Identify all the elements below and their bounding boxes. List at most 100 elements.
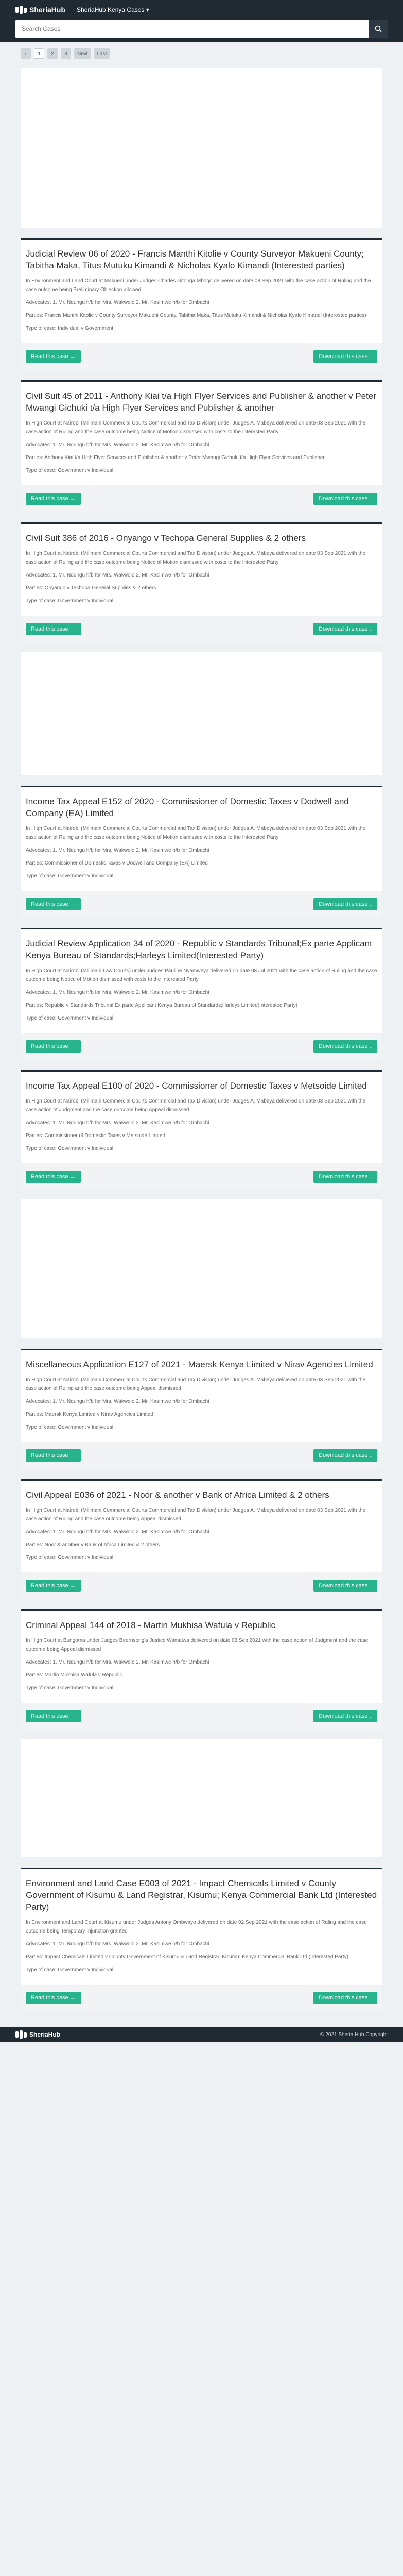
pagination: ‹ 1 2 3 Next Last <box>0 42 403 59</box>
case-parties: Parties: Onyango v Techopa General Suppl… <box>26 585 156 591</box>
case-type: Type of case: Government v Individual <box>26 1967 114 1973</box>
read-case-button[interactable]: Read this case → <box>26 898 81 910</box>
case-card: Civil Suit 386 of 2016 - Onyango v Techo… <box>21 522 382 642</box>
download-case-button[interactable]: Download this case ↓ <box>313 1710 377 1722</box>
logo-icon <box>15 6 27 14</box>
download-case-button[interactable]: Download this case ↓ <box>313 350 377 363</box>
case-title[interactable]: Income Tax Appeal E152 of 2020 - Commiss… <box>26 795 377 819</box>
case-card: Miscellaneous Application E127 of 2021 -… <box>21 1349 382 1469</box>
footer-logo[interactable]: SheriaHub <box>15 2030 60 2039</box>
logo-icon <box>15 2030 27 2039</box>
ad-slot <box>21 1739 382 1857</box>
case-card: Civil Appeal E036 of 2021 - Noor & anoth… <box>21 1479 382 1599</box>
case-card: Judicial Review 06 of 2020 - Francis Man… <box>21 238 382 370</box>
case-card: Civil Suit 45 of 2011 - Anthony Kiai t/a… <box>21 380 382 512</box>
download-case-button[interactable]: Download this case ↓ <box>313 1171 377 1183</box>
case-title[interactable]: Civil Suit 45 of 2011 - Anthony Kiai t/a… <box>26 390 377 414</box>
case-type: Type of case: Government v Individual <box>26 1555 114 1561</box>
read-case-button[interactable]: Read this case → <box>26 1992 81 2004</box>
case-parties: Parties: Republic v Standards Tribunal;E… <box>26 1003 298 1008</box>
case-meta: In High Court at Nairobi (Milimani Law C… <box>26 968 377 982</box>
search-input[interactable] <box>15 20 369 38</box>
ad-slot <box>21 1199 382 1338</box>
case-meta: In Environment and Land Court at Makueni… <box>26 278 371 293</box>
download-case-button[interactable]: Download this case ↓ <box>313 898 377 910</box>
case-meta: In Environment and Land Court at Kisumu … <box>26 1920 367 1934</box>
case-advocates: Advocates: 1. Mr. Ndungu h/b for Mrs. Wa… <box>26 300 209 306</box>
search-button[interactable] <box>369 20 388 38</box>
case-title[interactable]: Criminal Appeal 144 of 2018 - Martin Muk… <box>26 1619 377 1631</box>
case-advocates: Advocates: 1. Mr. Ndungu h/b for Mrs. Wa… <box>26 1399 209 1404</box>
case-meta: In High Court at Nairobi (Milimani Comme… <box>26 420 366 435</box>
read-case-button[interactable]: Read this case → <box>26 493 81 505</box>
case-title[interactable]: Judicial Review Application 34 of 2020 -… <box>26 938 377 961</box>
page-last[interactable]: Last <box>94 48 110 59</box>
case-parties: Parties: Noor & another v Bank of Africa… <box>26 1542 160 1548</box>
case-parties: Parties: Commissioner of Domestic Taxes … <box>26 860 208 866</box>
case-meta: In High Court at Nairobi (Milimani Comme… <box>26 1098 366 1113</box>
case-advocates: Advocates: 1. Mr. Ndungu h/b for Mrs. Wa… <box>26 990 209 995</box>
case-parties: Parties: Commissioner of Domestic Taxes … <box>26 1133 166 1139</box>
case-advocates: Advocates: 1. Mr. Ndungu h/b for Mrs. Wa… <box>26 1120 209 1126</box>
case-meta: In High Court at Nairobi (Milimani Comme… <box>26 551 366 565</box>
case-parties: Parties: Impact Chemicals Limited v Coun… <box>26 1954 348 1960</box>
case-title[interactable]: Civil Appeal E036 of 2021 - Noor & anoth… <box>26 1489 377 1501</box>
case-card: Criminal Appeal 144 of 2018 - Martin Muk… <box>21 1609 382 1730</box>
footer-brand: SheriaHub <box>29 2031 61 2038</box>
brand-logo[interactable]: SheriaHub <box>15 6 65 14</box>
page-1[interactable]: 1 <box>34 48 44 59</box>
case-card: Income Tax Appeal E100 of 2020 - Commiss… <box>21 1070 382 1190</box>
case-list: Judicial Review 06 of 2020 - Francis Man… <box>0 238 403 2011</box>
case-card: Income Tax Appeal E152 of 2020 - Commiss… <box>21 786 382 918</box>
case-card: Judicial Review Application 34 of 2020 -… <box>21 928 382 1060</box>
case-title[interactable]: Environment and Land Case E003 of 2021 -… <box>26 1877 377 1913</box>
read-case-button[interactable]: Read this case → <box>26 1710 81 1722</box>
top-navbar: SheriaHub SheriaHub Kenya Cases ▾ <box>0 0 403 20</box>
case-type: Type of case: Government v Individual <box>26 1146 114 1151</box>
case-advocates: Advocates: 1. Mr. Ndungu h/b for Mrs. Wa… <box>26 1659 209 1665</box>
read-case-button[interactable]: Read this case → <box>26 1449 81 1462</box>
case-meta: In High Court at Nairobi (Milimani Comme… <box>26 1377 366 1392</box>
case-advocates: Advocates: 1. Mr. Ndungu h/b for Mrs. Wa… <box>26 1529 209 1535</box>
brand-name: SheriaHub <box>29 6 66 14</box>
read-case-button[interactable]: Read this case → <box>26 1040 81 1053</box>
page-2[interactable]: 2 <box>47 48 58 59</box>
case-advocates: Advocates: 1. Mr. Ndungu h/b for Mrs. Wa… <box>26 442 209 448</box>
read-case-button[interactable]: Read this case → <box>26 623 81 635</box>
case-advocates: Advocates: 1. Mr. Ndungu h/b for Mrs. Wa… <box>26 572 209 578</box>
download-case-button[interactable]: Download this case ↓ <box>313 493 377 505</box>
ad-slot <box>21 68 382 228</box>
case-parties: Parties: Maersk Kenya Limited v Nirav Ag… <box>26 1412 153 1417</box>
case-advocates: Advocates: 1. Mr. Ndungu h/b for Mrs. Wa… <box>26 848 209 853</box>
ad-slot <box>21 652 382 775</box>
case-title[interactable]: Miscellaneous Application E127 of 2021 -… <box>26 1359 377 1370</box>
case-type: Type of case: Government v Individual <box>26 1425 114 1430</box>
download-case-button[interactable]: Download this case ↓ <box>313 1040 377 1053</box>
page-prev[interactable]: ‹ <box>21 48 31 59</box>
search-icon <box>375 25 382 32</box>
case-parties: Parties: Francis Manthi Kitolie v County… <box>26 313 366 318</box>
download-case-button[interactable]: Download this case ↓ <box>313 1449 377 1462</box>
case-card: Environment and Land Case E003 of 2021 -… <box>21 1868 382 2011</box>
case-title[interactable]: Income Tax Appeal E100 of 2020 - Commiss… <box>26 1080 377 1092</box>
download-case-button[interactable]: Download this case ↓ <box>313 1992 377 2004</box>
case-meta: In High Court at Nairobi (Milimani Comme… <box>26 826 366 840</box>
case-parties: Parties: Anthony Kiai t/a High Flyer Ser… <box>26 455 325 461</box>
case-advocates: Advocates: 1. Mr. Ndungu h/b for Mrs. Wa… <box>26 1941 209 1947</box>
read-case-button[interactable]: Read this case → <box>26 350 81 363</box>
page-3[interactable]: 3 <box>61 48 71 59</box>
case-meta: In High Court at Bungoma under Judges Be… <box>26 1638 369 1652</box>
search-bar <box>0 20 403 42</box>
case-parties: Parties: Martin Mukhisa Wafula v Republi… <box>26 1672 122 1678</box>
case-type: Type of case: Government v Individual <box>26 468 114 473</box>
cases-dropdown[interactable]: SheriaHub Kenya Cases ▾ <box>77 6 149 13</box>
read-case-button[interactable]: Read this case → <box>26 1580 81 1592</box>
read-case-button[interactable]: Read this case → <box>26 1171 81 1183</box>
case-title[interactable]: Judicial Review 06 of 2020 - Francis Man… <box>26 248 377 272</box>
case-type: Type of case: Government v Individual <box>26 1685 114 1691</box>
download-case-button[interactable]: Download this case ↓ <box>313 1580 377 1592</box>
page-next[interactable]: Next <box>74 48 91 59</box>
case-type: Type of case: Government v Individual <box>26 1015 114 1021</box>
case-title[interactable]: Civil Suit 386 of 2016 - Onyango v Techo… <box>26 532 377 544</box>
download-case-button[interactable]: Download this case ↓ <box>313 623 377 635</box>
